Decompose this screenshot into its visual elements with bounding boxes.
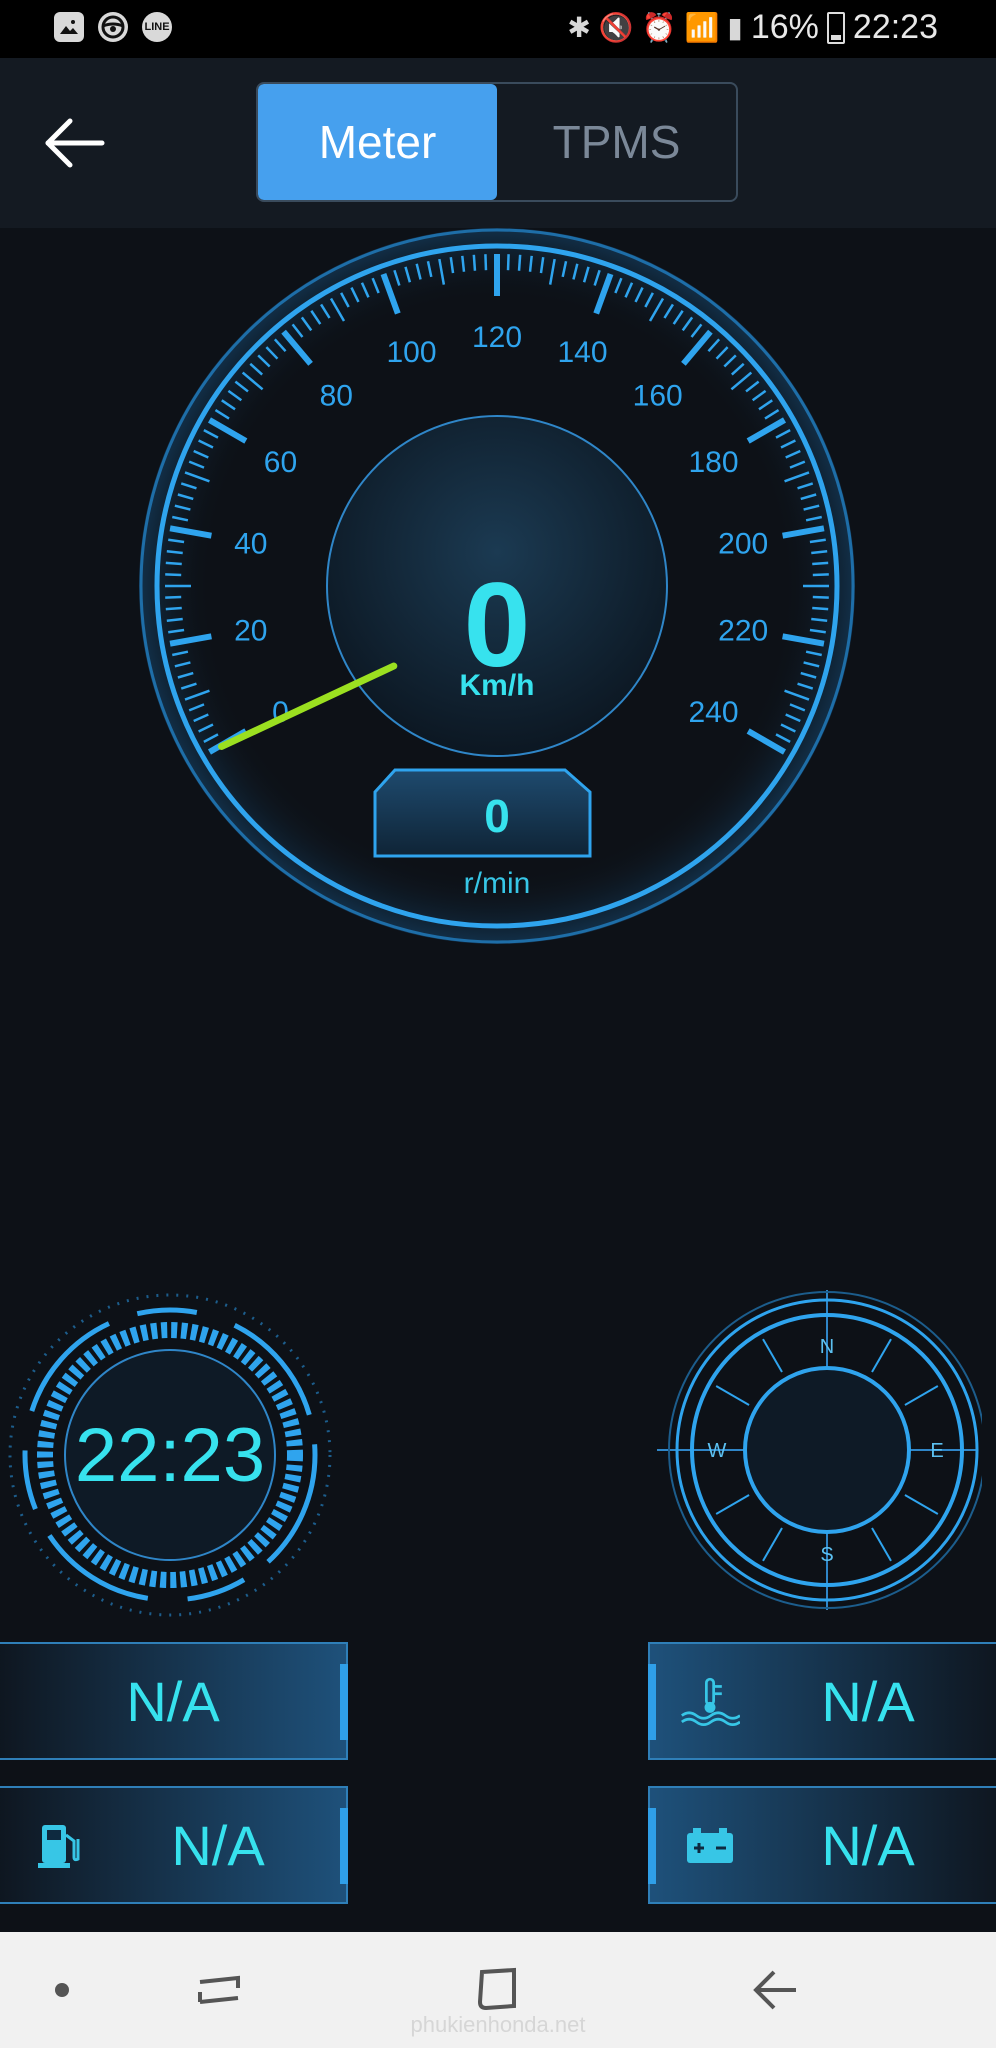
compass-tick [904, 1494, 939, 1515]
wifi-calling-icon: 📶 [684, 12, 720, 43]
compass-tick [715, 1385, 750, 1406]
panel-fuel: N/A [0, 1786, 348, 1904]
minor-tick [812, 606, 829, 611]
minor-tick [812, 561, 829, 566]
compass-north: N [820, 1336, 834, 1358]
home-button[interactable] [468, 1960, 528, 2020]
panel-coolant: N/A [648, 1642, 996, 1760]
dot-icon [55, 1983, 69, 1997]
system-status: ✱ 🔇 ⏰ 📶 ▮ 16% 22:23 [567, 8, 938, 47]
gallery-icon [54, 12, 84, 42]
coolant-value: N/A [821, 1669, 915, 1733]
signal-icon: ▮ [727, 12, 743, 43]
fuel-value: N/A [171, 1813, 265, 1877]
scale-label: 200 [718, 528, 768, 561]
scale-label: 60 [264, 446, 297, 479]
scale-label: 40 [234, 528, 267, 561]
minor-tick [484, 254, 488, 271]
back-nav-button[interactable] [746, 1960, 806, 2020]
minor-tick [528, 255, 533, 272]
battery-icon [826, 11, 845, 44]
minor-tick [165, 595, 182, 599]
scale-label: 120 [472, 321, 522, 354]
scale-label: 80 [320, 379, 353, 412]
minor-tick [517, 254, 522, 271]
recent-apps-icon [198, 1975, 240, 2004]
rpm-box [373, 768, 592, 858]
status-time: 22:23 [852, 8, 938, 46]
scale-label: 160 [633, 379, 683, 412]
arrow-left-icon [45, 118, 105, 168]
compass-tick [904, 1385, 939, 1406]
scale-label: 220 [718, 614, 768, 647]
compass-tick [762, 1338, 783, 1373]
minor-tick [165, 606, 182, 611]
minor-tick [166, 617, 183, 622]
compass-tick [871, 1527, 892, 1562]
app-header: Meter TPMS [0, 58, 996, 228]
home-dot-button[interactable] [32, 1960, 92, 2020]
panel-edge [340, 1664, 348, 1740]
minor-tick [812, 573, 829, 577]
fuel-pump-icon [30, 1815, 90, 1875]
notification-icons: LINE [54, 12, 172, 42]
minor-tick [166, 550, 183, 555]
rpm-unit: r/min [464, 867, 531, 900]
status-bar: LINE ✱ 🔇 ⏰ 📶 ▮ 16% 22:23 [0, 0, 996, 58]
coolant-temperature-icon [680, 1671, 740, 1731]
scale-label: 100 [386, 336, 436, 369]
recent-apps-button[interactable] [190, 1960, 250, 2020]
minor-tick [811, 550, 828, 555]
panel-edge [648, 1664, 656, 1740]
minor-tick [472, 254, 477, 271]
minor-tick [811, 617, 828, 622]
back-arrow-icon [753, 1970, 796, 2010]
minor-tick [812, 595, 829, 599]
panel-battery: N/A [648, 1786, 996, 1904]
speedometer: 020406080100 120 140160180200220240 0 Km/h… [139, 228, 855, 944]
compass: N E S W [657, 1290, 982, 1610]
minor-tick [461, 255, 466, 272]
rpm-value: 0 [484, 790, 510, 842]
tab-meter[interactable]: Meter [258, 84, 497, 200]
panel-edge [340, 1808, 348, 1884]
speed-unit: Km/h [460, 669, 535, 702]
tab-tpms[interactable]: TPMS [497, 84, 736, 200]
home-square-icon [477, 1967, 516, 2011]
scale-label: 140 [557, 336, 607, 369]
panel-left-top: N/A [0, 1642, 348, 1760]
alarm-icon: ⏰ [641, 12, 677, 43]
steering-wheel-icon [98, 12, 128, 42]
mute-icon: 🔇 [598, 12, 634, 43]
scale-label: 240 [688, 696, 738, 729]
mode-switch: Meter TPMS [256, 82, 738, 202]
bluetooth-icon: ✱ [567, 12, 591, 43]
compass-tick [871, 1338, 892, 1373]
digital-clock: 22:23 [0, 1285, 340, 1625]
compass-south: S [820, 1544, 833, 1566]
minor-tick [506, 254, 510, 271]
panel-value: N/A [126, 1669, 220, 1733]
compass-east: E [930, 1440, 943, 1462]
watermark: phukienhonda.net [410, 2012, 586, 2037]
back-button[interactable] [40, 113, 110, 173]
battery-icon [680, 1815, 740, 1875]
compass-west: W [708, 1440, 727, 1462]
panel-edge [648, 1808, 656, 1884]
scale-label: 180 [688, 446, 738, 479]
line-app-icon: LINE [142, 12, 172, 42]
clock-time: 22:23 [74, 1412, 266, 1498]
minor-tick [165, 561, 182, 566]
battery-percent: 16% [750, 8, 819, 46]
scale-label: 20 [234, 614, 267, 647]
compass-tick [762, 1527, 783, 1562]
battery-value: N/A [821, 1813, 915, 1877]
minor-tick [165, 573, 182, 577]
compass-tick [715, 1494, 750, 1515]
